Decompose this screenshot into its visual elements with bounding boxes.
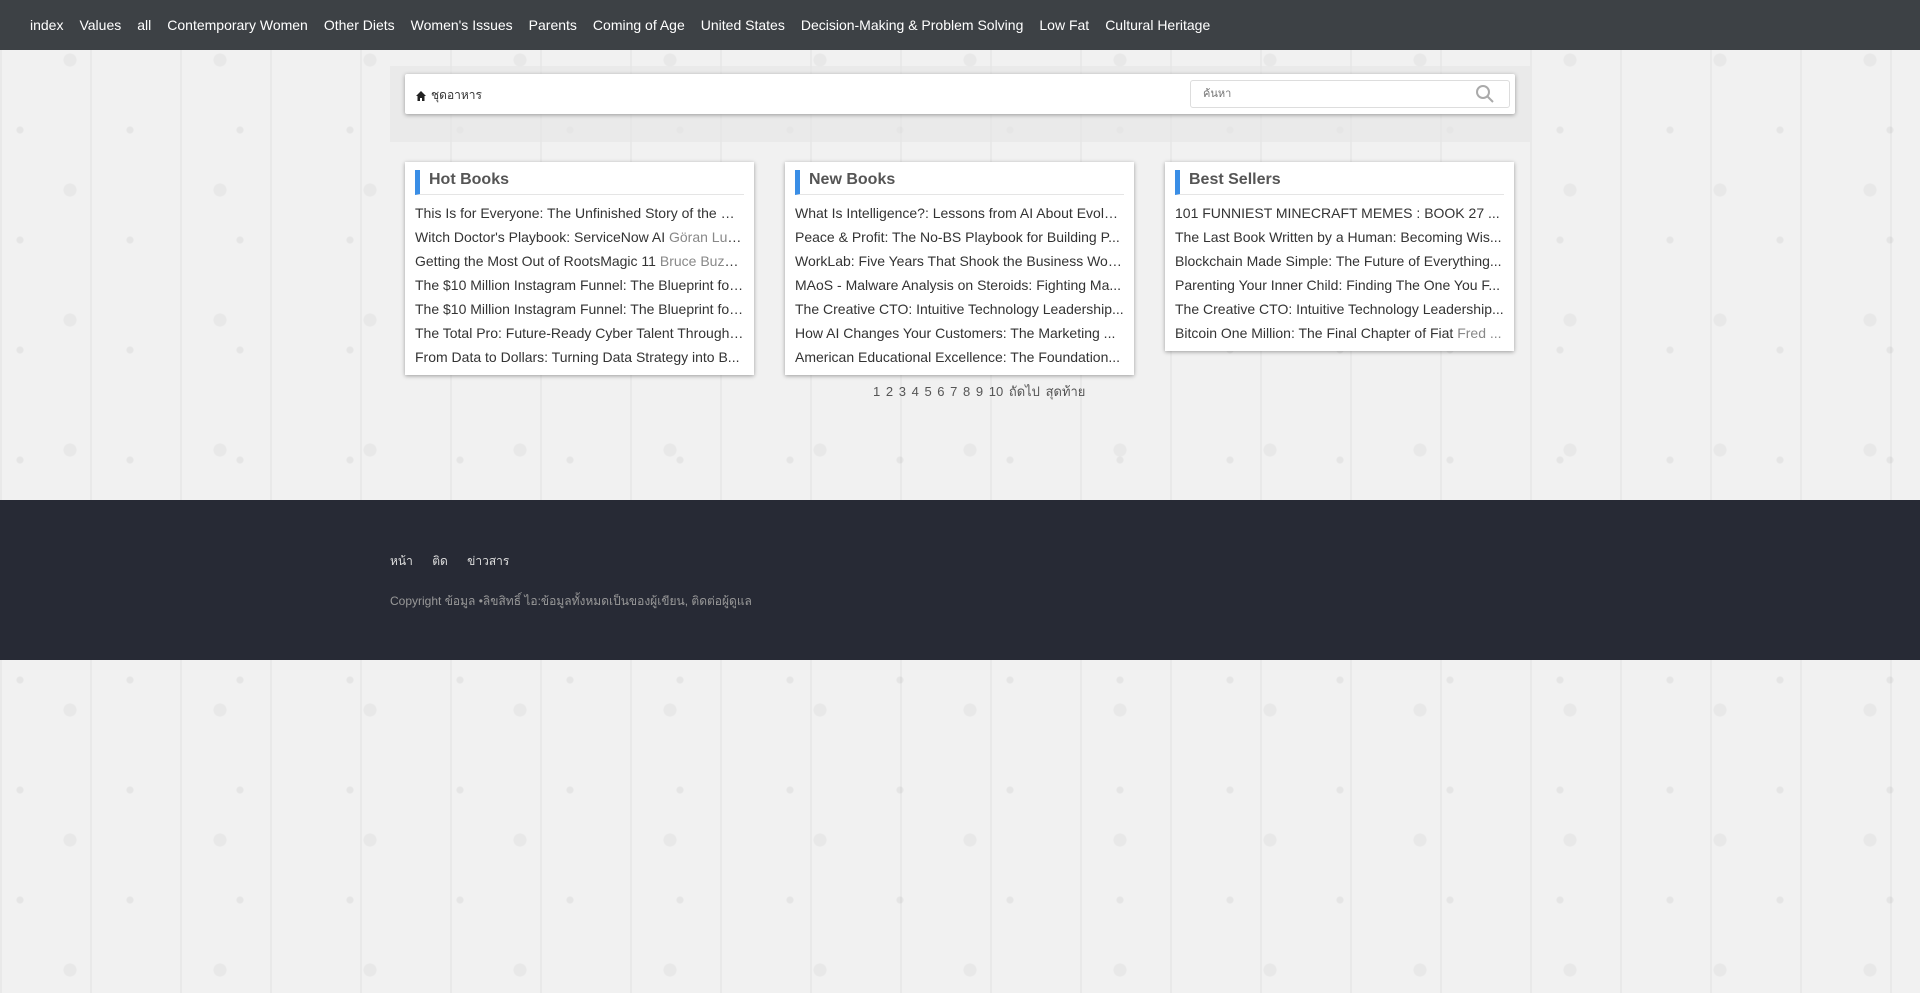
page-link[interactable]: 2 xyxy=(886,384,893,399)
footer-links: หน้า ติด ข่าวสาร xyxy=(390,552,525,571)
best-sellers-panel: Best Sellers 101 FUNNIEST MINECRAFT MEME… xyxy=(1165,162,1514,351)
list-item[interactable]: This Is for Everyone: The Unfinished Sto… xyxy=(415,201,744,225)
list-item[interactable]: MAoS - Malware Analysis on Steroids: Fig… xyxy=(795,273,1124,297)
list-item[interactable]: Witch Doctor's Playbook: ServiceNow AI G… xyxy=(415,225,744,249)
footer-link[interactable]: ติด xyxy=(432,554,448,568)
list-item[interactable]: American Educational Excellence: The Fou… xyxy=(795,345,1124,369)
home-link[interactable]: ชุดอาหาร xyxy=(415,86,482,105)
list-item[interactable]: The Last Book Written by a Human: Becomi… xyxy=(1175,225,1504,249)
nav-link-values[interactable]: Values xyxy=(79,17,121,33)
nav-link-decision-making[interactable]: Decision-Making & Problem Solving xyxy=(801,17,1024,33)
search-bar: ชุดอาหาร xyxy=(405,74,1515,114)
nav-link-coming-of-age[interactable]: Coming of Age xyxy=(593,17,685,33)
list-item[interactable]: The $10 Million Instagram Funnel: The Bl… xyxy=(415,273,744,297)
hot-books-panel: Hot Books This Is for Everyone: The Unfi… xyxy=(405,162,754,375)
nav-link-cultural-heritage[interactable]: Cultural Heritage xyxy=(1105,17,1210,33)
new-books-panel: New Books What Is Intelligence?: Lessons… xyxy=(785,162,1134,375)
page-link[interactable]: 9 xyxy=(976,384,983,399)
list-item[interactable]: Bitcoin One Million: The Final Chapter o… xyxy=(1175,321,1504,345)
pagination: 1 2 3 4 5 6 7 8 9 10 ถัดไป สุดท้าย xyxy=(873,381,1087,402)
list-item[interactable]: 101 FUNNIEST MINECRAFT MEMES : BOOK 27 .… xyxy=(1175,201,1504,225)
page-link[interactable]: 1 xyxy=(873,384,880,399)
copyright-text: Copyright ข้อมูล •ลิขสิทธิ์ ไอ:ข้อมูลทั้… xyxy=(390,594,752,608)
best-sellers-list: 101 FUNNIEST MINECRAFT MEMES : BOOK 27 .… xyxy=(1175,201,1504,345)
nav-link-united-states[interactable]: United States xyxy=(701,17,785,33)
list-item[interactable]: Blockchain Made Simple: The Future of Ev… xyxy=(1175,249,1504,273)
list-item[interactable]: The Total Pro: Future-Ready Cyber Talent… xyxy=(415,321,744,345)
footer-link[interactable]: ข่าวสาร xyxy=(467,554,509,568)
page-link[interactable]: 5 xyxy=(924,384,931,399)
nav-link-parents[interactable]: Parents xyxy=(529,17,577,33)
search-input[interactable] xyxy=(1190,80,1510,108)
best-sellers-title: Best Sellers xyxy=(1189,171,1281,188)
page-link[interactable]: 4 xyxy=(912,384,919,399)
list-item[interactable]: How AI Changes Your Customers: The Marke… xyxy=(795,321,1124,345)
new-books-list: What Is Intelligence?: Lessons from AI A… xyxy=(795,201,1124,369)
list-item[interactable]: From Data to Dollars: Turning Data Strat… xyxy=(415,345,744,369)
nav-link-low-fat[interactable]: Low Fat xyxy=(1039,17,1089,33)
list-item[interactable]: Peace & Profit: The No-BS Playbook for B… xyxy=(795,225,1124,249)
list-item[interactable]: The $10 Million Instagram Funnel: The Bl… xyxy=(415,297,744,321)
page-link[interactable]: 8 xyxy=(963,384,970,399)
page-link[interactable]: 10 xyxy=(989,384,1003,399)
nav-link-all[interactable]: all xyxy=(137,17,151,33)
hot-books-list: This Is for Everyone: The Unfinished Sto… xyxy=(415,201,744,369)
home-label: ชุดอาหาร xyxy=(431,88,482,102)
page-link[interactable]: 6 xyxy=(937,384,944,399)
page-next-link[interactable]: ถัดไป xyxy=(1009,384,1040,399)
list-item[interactable]: WorkLab: Five Years That Shook the Busin… xyxy=(795,249,1124,273)
new-books-title: New Books xyxy=(809,171,896,188)
page-link[interactable]: 3 xyxy=(899,384,906,399)
list-item[interactable]: The Creative CTO: Intuitive Technology L… xyxy=(795,297,1124,321)
list-item[interactable]: The Creative CTO: Intuitive Technology L… xyxy=(1175,297,1504,321)
nav-link-womens-issues[interactable]: Women's Issues xyxy=(411,17,513,33)
list-item[interactable]: Parenting Your Inner Child: Finding The … xyxy=(1175,273,1504,297)
footer-link[interactable]: หน้า xyxy=(390,554,413,568)
page-last-link[interactable]: สุดท้าย xyxy=(1046,384,1086,399)
page-link[interactable]: 7 xyxy=(950,384,957,399)
footer: หน้า ติด ข่าวสาร Copyright ข้อมูล •ลิขสิ… xyxy=(0,500,1920,660)
list-item[interactable]: Getting the Most Out of RootsMagic 11 Br… xyxy=(415,249,744,273)
nav-link-contemporary-women[interactable]: Contemporary Women xyxy=(167,17,308,33)
top-navigation: index Values all Contemporary Women Othe… xyxy=(0,0,1920,50)
home-icon xyxy=(416,90,426,101)
nav-link-index[interactable]: index xyxy=(30,17,63,33)
list-item[interactable]: What Is Intelligence?: Lessons from AI A… xyxy=(795,201,1124,225)
nav-link-other-diets[interactable]: Other Diets xyxy=(324,17,395,33)
hot-books-title: Hot Books xyxy=(429,171,509,188)
search-icon[interactable] xyxy=(1475,84,1495,104)
